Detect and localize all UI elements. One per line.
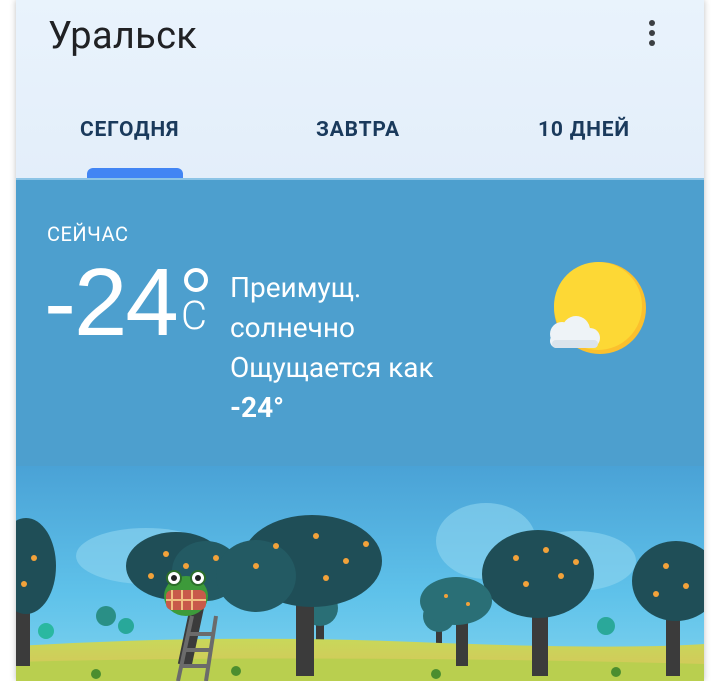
current-temperature: -24: [44, 249, 179, 356]
tab-tomorrow[interactable]: ЗАВТРА: [316, 118, 400, 142]
condition-text: Преимущ. солнечно: [230, 268, 361, 348]
forecast-tabs: СЕГОДНЯ ЗАВТРА 10 ДНЕЙ: [16, 110, 704, 178]
tab-today[interactable]: СЕГОДНЯ: [80, 118, 179, 142]
more-options-icon[interactable]: [642, 18, 662, 48]
menu-dot: [649, 30, 655, 36]
weather-header: Уральск СЕГОДНЯ ЗАВТРА 10 ДНЕЙ: [16, 0, 704, 178]
weather-card: Уральск СЕГОДНЯ ЗАВТРА 10 ДНЕЙ СЕЙЧАС -2…: [16, 0, 704, 681]
now-label: СЕЙЧАС: [47, 222, 129, 246]
menu-dot: [649, 20, 655, 26]
degree-symbol: [184, 268, 208, 292]
selected-tab-indicator: [87, 168, 183, 178]
condition-line-1: Преимущ.: [230, 271, 362, 304]
tab-10-days[interactable]: 10 ДНЕЙ: [538, 118, 630, 142]
sun-with-cloud-icon: [544, 258, 648, 358]
current-conditions-panel: СЕЙЧАС -24 C Преимущ. солнечно Ощущается…: [16, 178, 704, 468]
menu-dot: [649, 40, 655, 46]
temperature-unit: C: [181, 292, 207, 339]
city-title: Уральск: [48, 14, 198, 58]
weather-illustration: [16, 466, 704, 681]
condition-line-2: солнечно: [230, 311, 355, 344]
feels-like-label: Ощущается как: [230, 351, 434, 384]
feels-like-value: -24°: [230, 391, 285, 424]
